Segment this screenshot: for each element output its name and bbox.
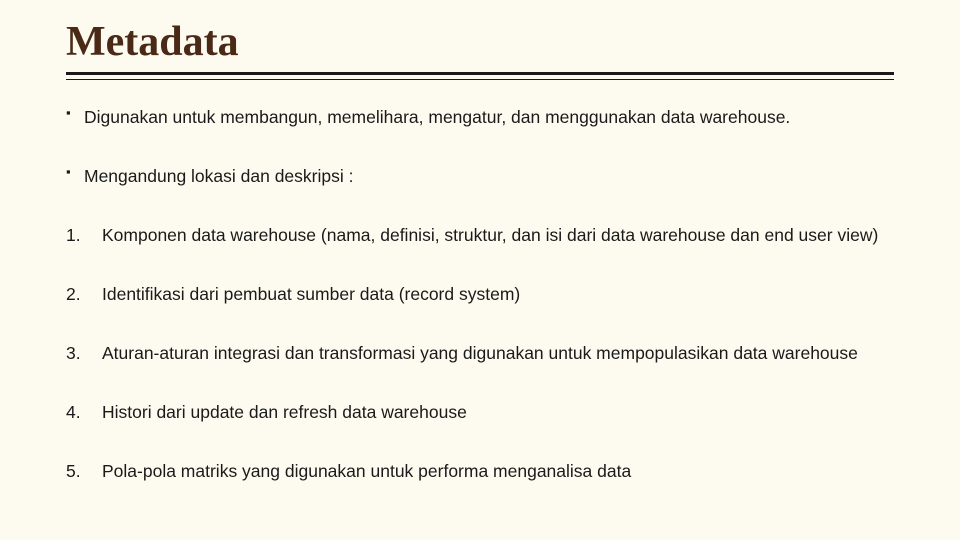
numbered-list: Komponen data warehouse (nama, definisi,… bbox=[66, 218, 894, 489]
numbered-item: Pola-pola matriks yang digunakan untuk p… bbox=[66, 454, 894, 489]
title-rule-thick bbox=[66, 72, 894, 75]
slide: Metadata Digunakan untuk membangun, meme… bbox=[0, 0, 960, 540]
numbered-item: Histori dari update dan refresh data war… bbox=[66, 395, 894, 430]
slide-content: Digunakan untuk membangun, memelihara, m… bbox=[66, 100, 894, 489]
bullet-item: Digunakan untuk membangun, memelihara, m… bbox=[66, 100, 894, 135]
bullet-list: Digunakan untuk membangun, memelihara, m… bbox=[66, 100, 894, 194]
numbered-item: Komponen data warehouse (nama, definisi,… bbox=[66, 218, 894, 253]
slide-title: Metadata bbox=[66, 18, 894, 66]
title-rule-thin bbox=[66, 79, 894, 80]
bullet-item: Mengandung lokasi dan deskripsi : bbox=[66, 159, 894, 194]
numbered-item: Aturan-aturan integrasi dan transformasi… bbox=[66, 336, 894, 371]
numbered-item: Identifikasi dari pembuat sumber data (r… bbox=[66, 277, 894, 312]
